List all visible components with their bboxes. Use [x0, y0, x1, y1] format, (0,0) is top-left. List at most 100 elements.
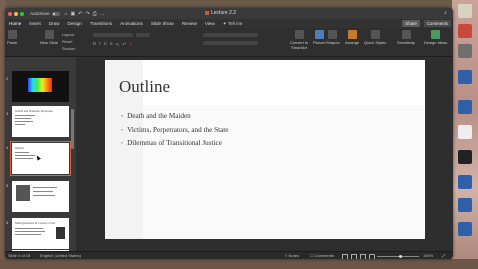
slide-canvas[interactable]: Outline Death and the Maiden Victims, Pe…: [105, 60, 425, 239]
share-button[interactable]: Share: [402, 20, 420, 27]
reset-button[interactable]: Reset: [62, 39, 72, 44]
print-icon[interactable]: ⎙: [93, 11, 97, 17]
thumbnail-text-line: [15, 228, 43, 229]
fit-to-window-icon[interactable]: ⤢: [442, 253, 445, 258]
home-icon[interactable]: ⌂: [65, 11, 68, 17]
desktop-file-icon[interactable]: [458, 44, 472, 58]
zoom-window-button[interactable]: [20, 11, 24, 16]
underline-icon[interactable]: U: [104, 41, 107, 46]
zoom-level[interactable]: 100%: [423, 253, 433, 258]
strikethrough-icon[interactable]: S: [110, 41, 113, 46]
comments-button[interactable]: Comments: [423, 20, 451, 27]
desktop-word-icon[interactable]: [458, 70, 472, 84]
tab-slide-show[interactable]: Slide Show: [147, 19, 178, 28]
zoom-slider-knob[interactable]: [398, 254, 402, 258]
slide-bullet-list[interactable]: Death and the Maiden Victims, Perpetrato…: [121, 110, 228, 151]
shapes-icon: [328, 30, 338, 39]
desktop-word-icon[interactable]: [458, 175, 472, 189]
sensitivity-button[interactable]: Sensitivity: [397, 30, 415, 45]
status-comments-button[interactable]: ☐ Comments: [310, 253, 334, 258]
title-bar: AutoSave ⌂ ▣ ↶ ↷ ⎙ … Lecture 2.2 ⌕: [5, 8, 453, 19]
language-status[interactable]: English (United States): [40, 253, 81, 258]
tab-animations[interactable]: Animations: [116, 19, 147, 28]
notes-button[interactable]: ≡ Notes: [285, 253, 299, 258]
close-window-button[interactable]: [8, 11, 12, 16]
bullet-item[interactable]: Victims, Perpetrators, and the State: [121, 124, 228, 138]
zoom-slider[interactable]: [377, 254, 419, 258]
slide-thumbnail[interactable]: [12, 71, 69, 102]
tab-draw[interactable]: Draw: [45, 19, 64, 28]
desktop-wallpaper-bottom: [0, 259, 478, 269]
search-icon[interactable]: ⌕: [444, 10, 447, 16]
redo-icon[interactable]: ↷: [85, 11, 89, 17]
save-icon[interactable]: ▣: [71, 11, 76, 17]
desktop-lock-icon[interactable]: [458, 150, 472, 164]
desktop-file-icon[interactable]: [458, 125, 472, 139]
picture-button[interactable]: Picture: [313, 30, 325, 45]
new-slide-button[interactable]: New Slide: [40, 30, 58, 45]
quick-access-toolbar: ⌂ ▣ ↶ ↷ ⎙ …: [65, 11, 105, 17]
font-name-select[interactable]: [93, 33, 133, 37]
window-controls: [8, 11, 24, 16]
thumbnail-title: Main Questions & Context of the: [15, 221, 56, 225]
desktop-word-icon[interactable]: [458, 222, 472, 236]
font-size-select[interactable]: [136, 33, 150, 37]
presentation-file-icon: [205, 11, 209, 15]
tell-me-label: Tell me: [227, 21, 243, 26]
thumbnail-photo: [16, 185, 30, 201]
convert-smartart-button[interactable]: Convert to SmartArt: [285, 30, 313, 50]
font-color-icon[interactable]: A: [129, 41, 132, 46]
notes-label: Notes: [288, 253, 299, 258]
tab-home[interactable]: Home: [5, 19, 26, 29]
bullet-item[interactable]: Dilemmas of Transitional Justice: [121, 137, 228, 151]
thumbnail-scrollbar[interactable]: [71, 109, 74, 149]
more-icon[interactable]: …: [100, 11, 105, 17]
normal-view-icon[interactable]: [342, 254, 348, 259]
slide-thumbnail[interactable]: Global and Domestic Response: [12, 106, 69, 137]
desktop-file-icon[interactable]: [458, 24, 472, 38]
desktop-word-icon[interactable]: [458, 100, 472, 114]
slide-thumbnail[interactable]: Main Questions & Context of the: [12, 218, 69, 249]
thumbnail-text-line: [33, 191, 53, 192]
thumbnail-text-line: [15, 155, 35, 156]
superscript-icon[interactable]: x²: [122, 41, 126, 46]
minimize-window-button[interactable]: [14, 11, 18, 16]
tell-me-search[interactable]: ✦ Tell me: [219, 19, 247, 28]
design-ideas-button[interactable]: Design Ideas: [424, 30, 447, 45]
subscript-icon[interactable]: x₂: [116, 41, 120, 46]
reading-view-icon[interactable]: [360, 254, 366, 259]
autosave-toggle[interactable]: [51, 11, 60, 16]
paragraph-list-controls[interactable]: [203, 33, 258, 37]
paste-button[interactable]: Paste: [7, 30, 17, 45]
layout-button[interactable]: Layout: [62, 32, 74, 37]
quick-styles-button[interactable]: Quick Styles: [364, 30, 386, 45]
desktop-file-icon[interactable]: [458, 4, 472, 18]
picture-label: Picture: [313, 40, 326, 45]
slide-sorter-icon[interactable]: [351, 254, 357, 259]
tab-transitions[interactable]: Transitions: [86, 19, 116, 28]
thumbnail-number: 3: [6, 111, 9, 116]
tab-review[interactable]: Review: [178, 19, 201, 28]
bold-icon[interactable]: B: [93, 41, 96, 46]
status-bar: Slide 4 of 15 English (United States) ≡ …: [5, 251, 453, 259]
italic-icon[interactable]: I: [99, 41, 101, 46]
thumbnail-text-line: [15, 115, 35, 116]
bullet-item[interactable]: Death and the Maiden: [121, 110, 228, 124]
thumbnail-text-line: [15, 152, 29, 153]
undo-icon[interactable]: ↶: [78, 11, 82, 17]
desktop-word-icon[interactable]: [458, 198, 472, 212]
clipboard-icon: [7, 30, 17, 39]
slide-thumbnail[interactable]: [12, 181, 69, 212]
arrange-button[interactable]: Arrange: [345, 30, 359, 45]
tab-view[interactable]: View: [201, 19, 219, 28]
ribbon-home: Paste New Slide Layout Reset Section B I…: [5, 28, 453, 57]
slide-title[interactable]: Outline: [119, 77, 170, 97]
section-button[interactable]: Section: [62, 46, 75, 51]
shapes-button[interactable]: Shapes: [326, 30, 340, 45]
slide-thumbnail-pane[interactable]: 2 3 Global and Domestic Response 4 Outli…: [5, 57, 76, 255]
tab-design[interactable]: Design: [64, 19, 86, 28]
tab-insert[interactable]: Insert: [25, 19, 45, 28]
design-ideas-icon: [431, 30, 441, 39]
slide-show-view-icon[interactable]: [369, 254, 375, 259]
paragraph-align-controls[interactable]: [203, 41, 258, 45]
